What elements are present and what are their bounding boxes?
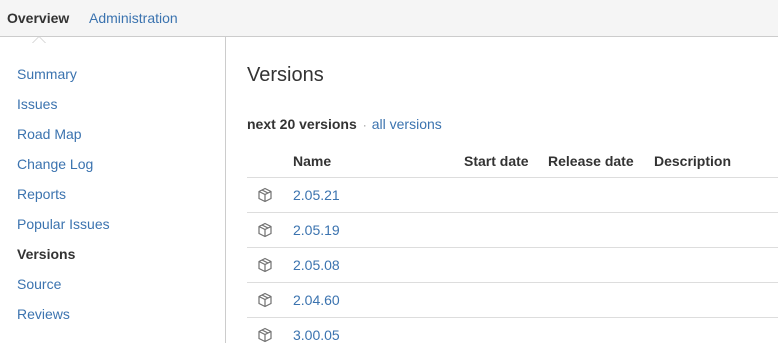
sidebar-item-versions[interactable]: Versions [17, 246, 75, 262]
column-header-name[interactable]: Name [293, 153, 331, 169]
column-header-release-date[interactable]: Release date [548, 153, 634, 169]
table-row: 2.04.60 [247, 282, 778, 317]
top-nav-bar: Overview Administration [0, 0, 778, 37]
table-row: 2.05.19 [247, 212, 778, 247]
table-row: 3.00.05 [247, 317, 778, 352]
table-row: 2.05.21 [247, 177, 778, 212]
version-link[interactable]: 2.05.08 [293, 257, 340, 273]
sidebar-item-issues[interactable]: Issues [17, 96, 57, 112]
version-link[interactable]: 3.00.05 [293, 327, 340, 343]
version-filter: next 20 versions · all versions [247, 116, 442, 133]
all-versions-link[interactable]: all versions [372, 116, 442, 132]
sidebar-item-reviews[interactable]: Reviews [17, 306, 70, 322]
sidebar-item-summary[interactable]: Summary [17, 66, 77, 82]
column-header-description[interactable]: Description [654, 153, 731, 169]
sidebar: Summary Issues Road Map Change Log Repor… [0, 37, 226, 343]
tab-administration[interactable]: Administration [89, 10, 178, 26]
version-link[interactable]: 2.05.19 [293, 222, 340, 238]
sidebar-item-source[interactable]: Source [17, 276, 61, 292]
version-package-icon [258, 292, 272, 308]
version-link[interactable]: 2.04.60 [293, 292, 340, 308]
version-package-icon [258, 257, 272, 273]
version-package-icon [258, 222, 272, 238]
version-package-icon [258, 327, 272, 343]
filter-current: next 20 versions [247, 116, 357, 132]
version-link[interactable]: 2.05.21 [293, 187, 340, 203]
column-header-start-date[interactable]: Start date [464, 153, 529, 169]
table-row: 2.05.08 [247, 247, 778, 282]
page-title: Versions [247, 64, 324, 86]
filter-separator: · [362, 118, 367, 132]
sidebar-item-reports[interactable]: Reports [17, 186, 66, 202]
sidebar-item-popular-issues[interactable]: Popular Issues [17, 216, 110, 232]
main-content: Versions next 20 versions · all versions N… [227, 37, 778, 343]
sidebar-item-road-map[interactable]: Road Map [17, 126, 82, 142]
tab-overview[interactable]: Overview [7, 10, 69, 26]
version-package-icon [258, 187, 272, 203]
sidebar-item-change-log[interactable]: Change Log [17, 156, 93, 172]
